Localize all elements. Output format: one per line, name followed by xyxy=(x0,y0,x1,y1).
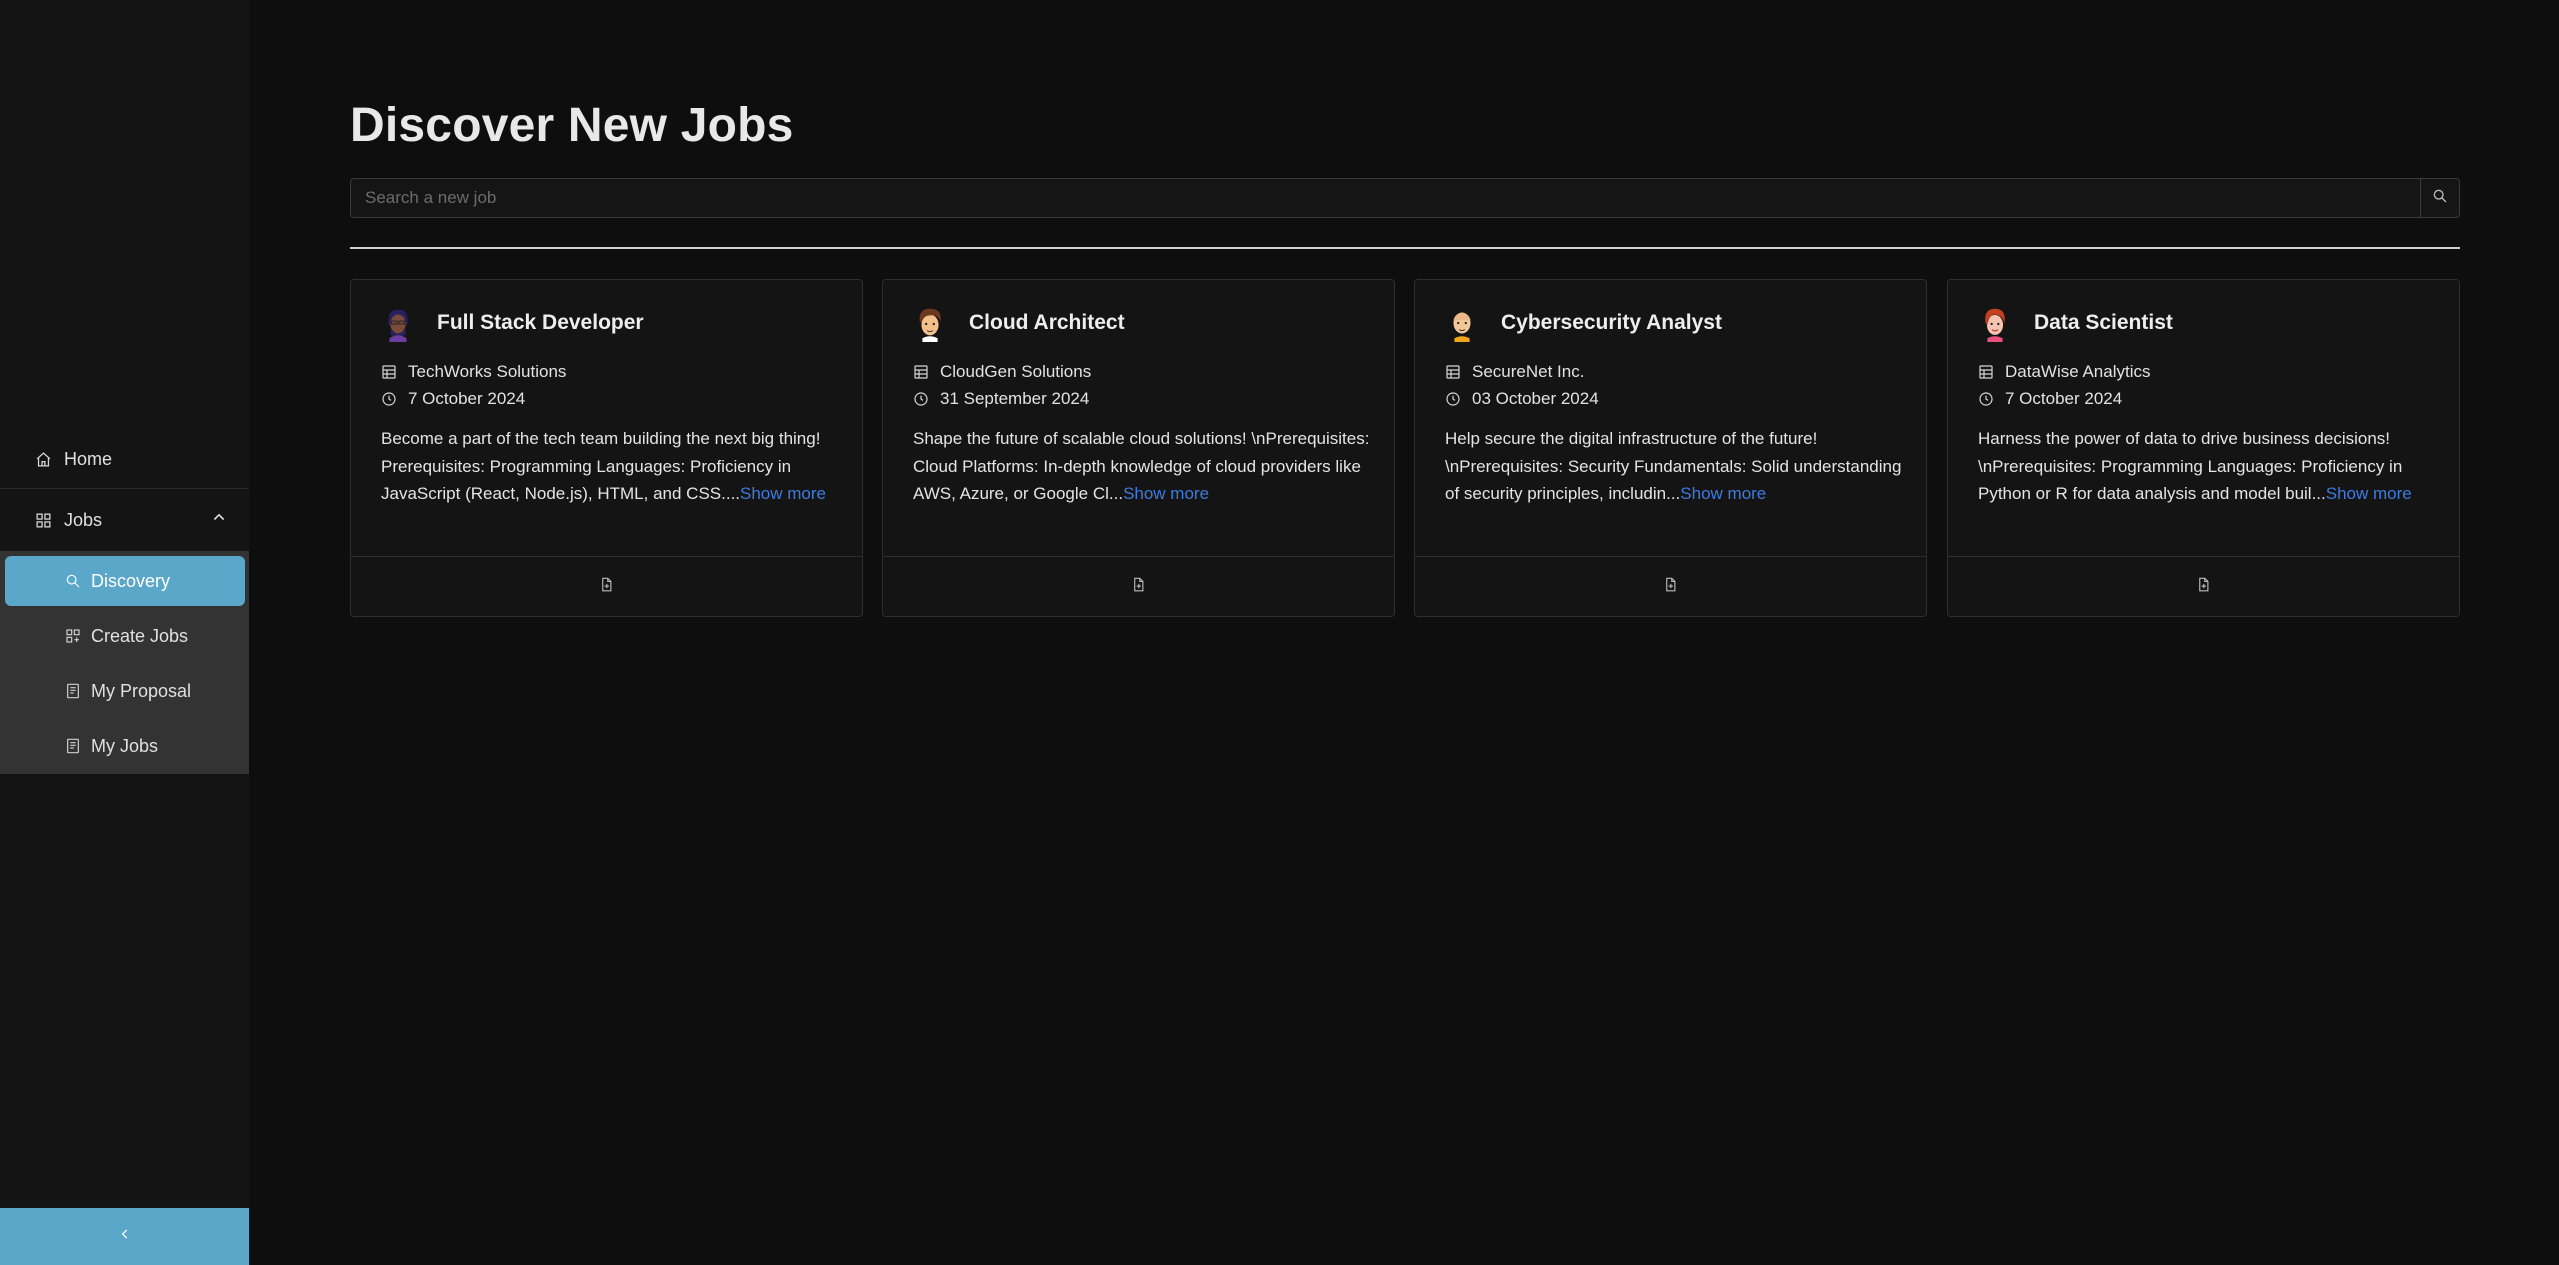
file-plus-icon[interactable] xyxy=(1663,577,1678,597)
clock-icon xyxy=(914,392,928,406)
sidebar-collapse-button[interactable] xyxy=(0,1208,249,1265)
building-icon xyxy=(1446,365,1460,379)
grid-icon xyxy=(34,511,52,529)
search-icon xyxy=(65,573,81,589)
home-icon xyxy=(34,450,52,468)
job-date-row: 31 September 2024 xyxy=(913,389,1089,409)
job-company-row: TechWorks Solutions xyxy=(381,362,566,382)
chevron-left-icon xyxy=(118,1227,132,1246)
job-card[interactable]: Data Scientist DataWise Analytics 7 Octo… xyxy=(1947,279,2460,617)
job-card-footer xyxy=(883,556,1394,617)
job-company: DataWise Analytics xyxy=(2005,362,2151,381)
job-company: SecureNet Inc. xyxy=(1472,362,1585,381)
job-company-row: CloudGen Solutions xyxy=(913,362,1091,382)
sidebar-item-my-jobs[interactable]: My Jobs xyxy=(5,721,245,771)
job-title: Cloud Architect xyxy=(969,311,1125,334)
grid-plus-icon xyxy=(65,628,81,644)
job-company-row: DataWise Analytics xyxy=(1978,362,2151,382)
sidebar: Home Jobs Discovery Create Jobs My Propo… xyxy=(0,0,249,1265)
job-date: 31 September 2024 xyxy=(940,389,1090,408)
sidebar-item-label: Jobs xyxy=(64,509,103,530)
search-input[interactable] xyxy=(351,179,2420,217)
sidebar-item-create-jobs[interactable]: Create Jobs xyxy=(5,611,245,661)
building-icon xyxy=(914,365,928,379)
clock-icon xyxy=(1979,392,1993,406)
clock-icon xyxy=(382,392,396,406)
sidebar-item-label: My Jobs xyxy=(91,735,159,756)
sidebar-item-home[interactable]: Home xyxy=(0,431,249,487)
job-description: Harness the power of data to drive busin… xyxy=(1978,425,2438,508)
search-button[interactable] xyxy=(2420,179,2459,217)
avatar-red-hair-icon xyxy=(1985,308,2005,342)
file-plus-icon[interactable] xyxy=(2196,577,2211,597)
search-icon xyxy=(2432,188,2448,209)
job-card[interactable]: Full Stack Developer TechWorks Solutions… xyxy=(350,279,863,617)
sidebar-item-label: Discovery xyxy=(91,570,171,591)
job-card-list: Full Stack Developer TechWorks Solutions… xyxy=(350,279,2460,617)
sidebar-item-my-proposal[interactable]: My Proposal xyxy=(5,666,245,716)
jobs-submenu: Discovery Create Jobs My Proposal My Job… xyxy=(0,551,249,774)
search-bar xyxy=(350,178,2460,218)
job-card-footer xyxy=(1948,556,2459,617)
job-date: 03 October 2024 xyxy=(1472,389,1599,408)
chevron-up-icon[interactable] xyxy=(211,510,227,531)
sidebar-item-jobs[interactable]: Jobs xyxy=(0,492,249,548)
avatar-bald-icon xyxy=(1453,312,1471,342)
page-title: Discover New Jobs xyxy=(350,99,794,152)
job-title: Full Stack Developer xyxy=(437,311,644,334)
job-company: TechWorks Solutions xyxy=(408,362,567,381)
job-date-row: 7 October 2024 xyxy=(381,389,525,409)
show-more-link[interactable]: Show more xyxy=(1123,484,1209,503)
avatar-purple-icon xyxy=(388,309,408,342)
show-more-link[interactable]: Show more xyxy=(740,484,826,503)
section-divider xyxy=(350,247,2460,249)
document-icon xyxy=(65,683,81,699)
job-description-text: Help secure the digital infrastructure o… xyxy=(1445,429,1902,503)
job-date: 7 October 2024 xyxy=(408,389,526,408)
sidebar-divider xyxy=(0,488,249,489)
show-more-link[interactable]: Show more xyxy=(2326,484,2412,503)
job-card-footer xyxy=(1415,556,1926,617)
file-plus-icon[interactable] xyxy=(1131,577,1146,597)
job-company: CloudGen Solutions xyxy=(940,362,1092,381)
sidebar-item-label: Create Jobs xyxy=(91,625,189,646)
job-date-row: 03 October 2024 xyxy=(1445,389,1599,409)
avatar-brown-hair-icon xyxy=(919,308,941,342)
job-card-footer xyxy=(351,556,862,617)
job-date-row: 7 October 2024 xyxy=(1978,389,2122,409)
show-more-link[interactable]: Show more xyxy=(1680,484,1766,503)
job-card[interactable]: Cloud Architect CloudGen Solutions 31 Se… xyxy=(882,279,1395,617)
job-description: Shape the future of scalable cloud solut… xyxy=(913,425,1373,508)
sidebar-item-label: My Proposal xyxy=(91,680,192,701)
job-title: Data Scientist xyxy=(2034,311,2173,334)
building-icon xyxy=(382,365,396,379)
job-card[interactable]: Cybersecurity Analyst SecureNet Inc. 03 … xyxy=(1414,279,1927,617)
job-company-row: SecureNet Inc. xyxy=(1445,362,1584,382)
document-icon xyxy=(65,738,81,754)
job-date: 7 October 2024 xyxy=(2005,389,2123,408)
file-plus-icon[interactable] xyxy=(599,577,614,597)
sidebar-item-label: Home xyxy=(64,448,113,469)
job-title: Cybersecurity Analyst xyxy=(1501,311,1722,334)
building-icon xyxy=(1979,365,1993,379)
job-description: Help secure the digital infrastructure o… xyxy=(1445,425,1905,508)
clock-icon xyxy=(1446,392,1460,406)
sidebar-item-discovery[interactable]: Discovery xyxy=(5,556,245,606)
job-description: Become a part of the tech team building … xyxy=(381,425,841,508)
